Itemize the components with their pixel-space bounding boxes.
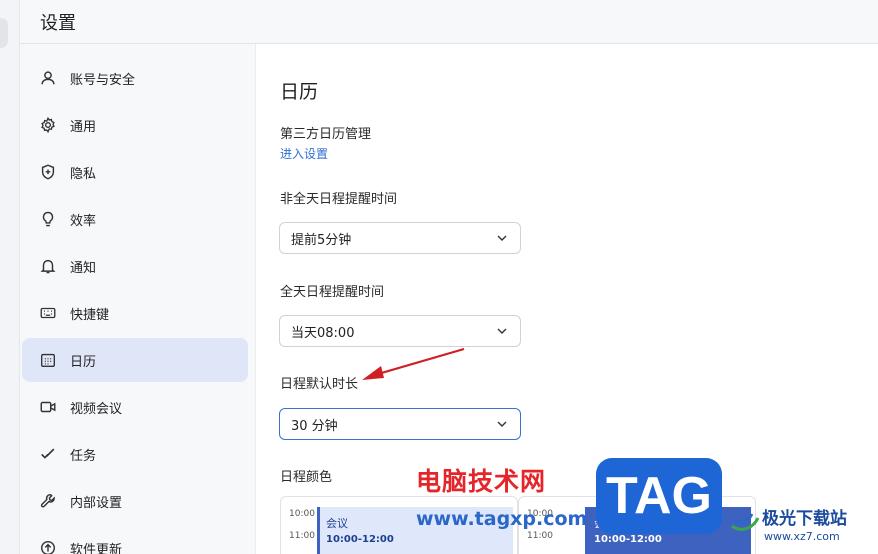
allday-reminder-select[interactable]: 当天08:00: [279, 315, 521, 347]
settings-sidebar: 账号与安全 通用 隐私 效率 通知 快捷键 日历 视频会议 任务 内部设置 软件…: [20, 44, 256, 554]
sidebar-item-label: 软件更新: [70, 542, 123, 554]
default-duration-label: 日程默认时长: [280, 377, 359, 392]
non-allday-reminder-select[interactable]: 提前5分钟: [279, 222, 521, 254]
gear-icon: [38, 115, 58, 135]
checkmark-icon: [38, 444, 58, 464]
title-bar: 设置: [20, 0, 878, 44]
calendar-settings-panel: 日历 第三方日历管理 进入设置 非全天日程提醒时间 提前5分钟 全天日程提醒时间…: [256, 44, 878, 554]
enter-settings-link[interactable]: 进入设置: [280, 145, 328, 162]
sidebar-item-shortcuts[interactable]: 快捷键: [22, 291, 248, 335]
chevron-down-icon: [497, 235, 507, 241]
sidebar-item-privacy[interactable]: 隐私: [22, 150, 248, 194]
sidebar-item-label: 任务: [70, 448, 97, 464]
event-title: 会议: [326, 517, 348, 530]
window-title: 设置: [40, 13, 76, 34]
page-title: 日历: [280, 81, 319, 103]
time-label: 11:00: [289, 531, 315, 541]
allday-reminder-label: 全天日程提醒时间: [280, 285, 385, 300]
default-duration-select[interactable]: 30 分钟: [279, 408, 521, 440]
select-value: 当天08:00: [291, 325, 355, 341]
chevron-down-icon: [497, 421, 507, 427]
third-party-calendar-label: 第三方日历管理: [280, 127, 372, 142]
sidebar-item-efficiency[interactable]: 效率: [22, 197, 248, 241]
calendar-icon: [38, 350, 58, 370]
watermark-url: www.tagxp.com: [416, 508, 588, 530]
select-value: 30 分钟: [291, 418, 338, 434]
rail-handle[interactable]: [0, 18, 8, 48]
update-arrow-icon: [38, 538, 58, 554]
event-color-label: 日程颜色: [280, 470, 333, 485]
watermark-site-url: www.xz7.com: [764, 530, 840, 543]
bell-icon: [38, 256, 58, 276]
watermark-tag-logo: TAG: [596, 458, 722, 534]
watermark-swoosh-icon: [731, 513, 760, 531]
watermark-site-name: 极光下载站: [762, 509, 847, 529]
event-time: 10:00-12:00: [594, 534, 662, 545]
sidebar-item-label: 日历: [70, 354, 97, 370]
sidebar-item-label: 隐私: [70, 166, 97, 182]
event-time: 10:00-12:00: [326, 534, 394, 545]
sidebar-item-label: 内部设置: [70, 495, 123, 511]
time-label: 11:00: [527, 531, 553, 541]
non-allday-reminder-label: 非全天日程提醒时间: [280, 192, 398, 207]
sidebar-item-tasks[interactable]: 任务: [22, 432, 248, 476]
shield-plus-icon: [38, 162, 58, 182]
left-rail: [0, 0, 20, 554]
video-camera-icon: [38, 397, 58, 417]
sidebar-item-notifications[interactable]: 通知: [22, 244, 248, 288]
sidebar-item-software-update[interactable]: 软件更新: [22, 526, 248, 554]
sidebar-item-video-meeting[interactable]: 视频会议: [22, 385, 248, 429]
sidebar-item-general[interactable]: 通用: [22, 103, 248, 147]
select-value: 提前5分钟: [291, 232, 352, 248]
sidebar-item-label: 快捷键: [70, 307, 110, 323]
sidebar-item-label: 通知: [70, 260, 97, 276]
sidebar-item-label: 效率: [70, 213, 97, 229]
chevron-down-icon: [497, 328, 507, 334]
wrench-icon: [38, 491, 58, 511]
watermark-text: 电脑技术网: [416, 467, 547, 496]
sidebar-item-internal-settings[interactable]: 内部设置: [22, 479, 248, 523]
sidebar-item-label: 通用: [70, 119, 97, 135]
sidebar-item-label: 账号与安全: [70, 72, 136, 88]
time-label: 10:00: [289, 509, 315, 519]
lightbulb-icon: [38, 209, 58, 229]
keyboard-icon: [38, 303, 58, 323]
sidebar-item-account-security[interactable]: 账号与安全: [22, 56, 248, 100]
sidebar-item-calendar[interactable]: 日历: [22, 338, 248, 382]
user-icon: [38, 68, 58, 88]
sidebar-item-label: 视频会议: [70, 401, 123, 417]
